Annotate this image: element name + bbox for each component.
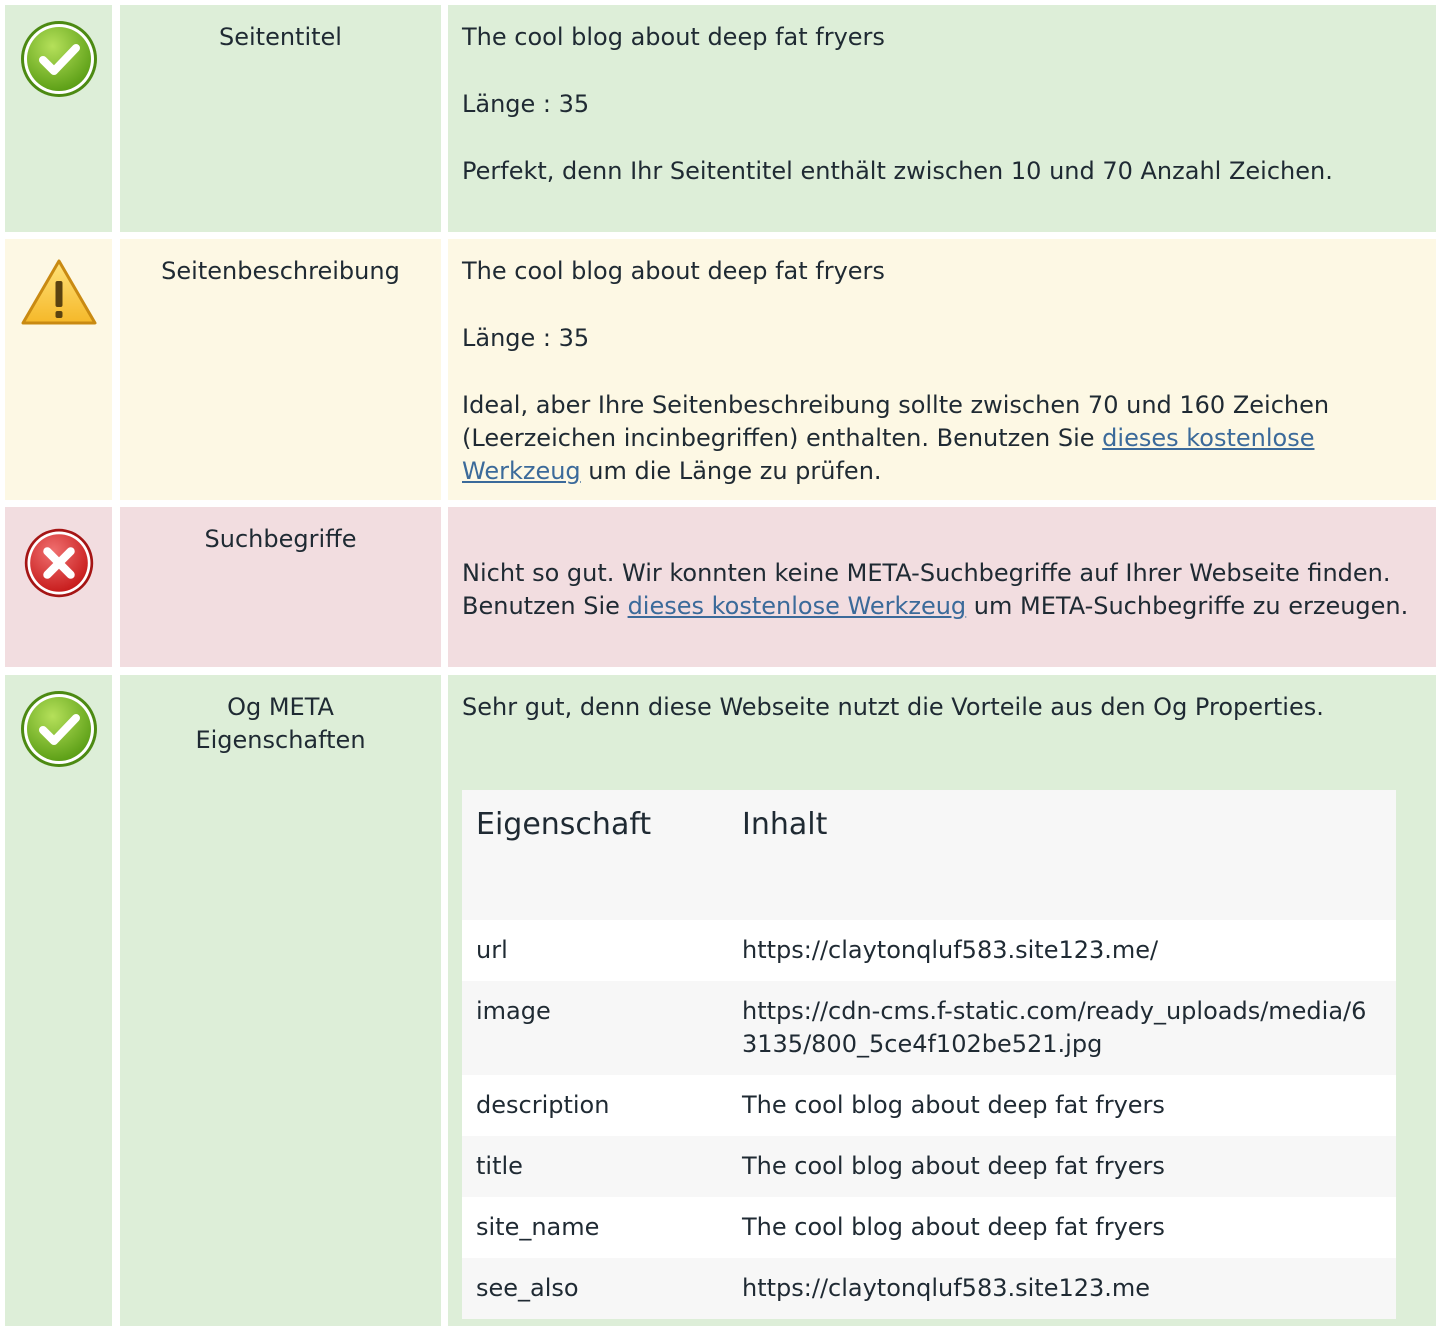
- og-properties-table: Eigenschaft Inhalt url https://claytonql…: [462, 790, 1396, 1319]
- content-cell: https://claytonqluf583.site123.me: [742, 1274, 1151, 1302]
- property-cell: site_name: [476, 1213, 600, 1241]
- content-cell: https://claytonqluf583.site123.me/: [742, 936, 1159, 964]
- description-message-suffix: um die Länge zu prüfen.: [580, 457, 882, 485]
- property-cell: description: [476, 1091, 610, 1119]
- row-label: Og META Eigenschaften: [120, 675, 441, 1326]
- content-cell: The cool blog about deep fat fryers: [742, 1152, 1165, 1180]
- table-row: site_name The cool blog about deep fat f…: [462, 1197, 1396, 1258]
- table-row: title The cool blog about deep fat fryer…: [462, 1136, 1396, 1197]
- property-cell: title: [476, 1152, 523, 1180]
- description-length: Länge : 35: [462, 324, 590, 352]
- status-cell: [5, 5, 112, 232]
- property-cell: see_also: [476, 1274, 579, 1302]
- content-cell: The cool blog about deep fat fryers: [742, 1091, 1165, 1119]
- table-row: see_also https://claytonqluf583.site123.…: [462, 1258, 1396, 1319]
- row-label: Seitenbeschreibung: [120, 239, 441, 500]
- status-cell: [5, 507, 112, 667]
- row-keywords: Suchbegriffe Nicht so gut. Wir konnten k…: [0, 507, 1442, 667]
- table-row: image https://cdn-cms.f-static.com/ready…: [462, 981, 1396, 1075]
- table-row: url https://claytonqluf583.site123.me/: [462, 920, 1396, 981]
- table-header: Eigenschaft Inhalt: [462, 790, 1396, 920]
- column-header-content: Inhalt: [742, 807, 828, 842]
- content-cell: The cool blog about deep fat fryers: [742, 1213, 1165, 1241]
- check-circle-icon: [21, 21, 97, 97]
- status-cell: [5, 239, 112, 500]
- row-page-description: Seitenbeschreibung The cool blog about d…: [0, 239, 1442, 500]
- row-content: Nicht so gut. Wir konnten keine META-Suc…: [448, 507, 1436, 667]
- row-content: The cool blog about deep fat fryers Läng…: [448, 239, 1436, 500]
- keywords-message: Nicht so gut. Wir konnten keine META-Suc…: [462, 557, 1422, 623]
- description-message: Ideal, aber Ihre Seitenbeschreibung soll…: [462, 389, 1422, 488]
- status-cell: [5, 675, 112, 1326]
- title-value: The cool blog about deep fat fryers: [462, 23, 885, 51]
- row-label: Seitentitel: [120, 5, 441, 232]
- title-length: Länge : 35: [462, 90, 590, 118]
- row-label: Suchbegriffe: [120, 507, 441, 667]
- content-cell: https://cdn-cms.f-static.com/ready_uploa…: [742, 997, 1367, 1058]
- free-tool-link[interactable]: dieses kostenlose Werkzeug: [628, 592, 967, 620]
- row-page-title: Seitentitel The cool blog about deep fat…: [0, 5, 1442, 232]
- warning-triangle-icon: [21, 259, 97, 325]
- description-value: The cool blog about deep fat fryers: [462, 257, 885, 285]
- x-circle-icon: [24, 528, 94, 598]
- table-row: description The cool blog about deep fat…: [462, 1075, 1396, 1136]
- column-header-property: Eigenschaft: [476, 807, 652, 842]
- row-content: The cool blog about deep fat fryers Läng…: [448, 5, 1436, 232]
- keywords-message-suffix: um META-Suchbegriffe zu erzeugen.: [966, 592, 1409, 620]
- og-message: Sehr gut, denn diese Webseite nutzt die …: [462, 693, 1324, 721]
- title-message: Perfekt, denn Ihr Seitentitel enthält zw…: [462, 157, 1333, 185]
- check-circle-icon: [21, 691, 97, 767]
- property-cell: url: [476, 936, 508, 964]
- property-cell: image: [476, 997, 551, 1025]
